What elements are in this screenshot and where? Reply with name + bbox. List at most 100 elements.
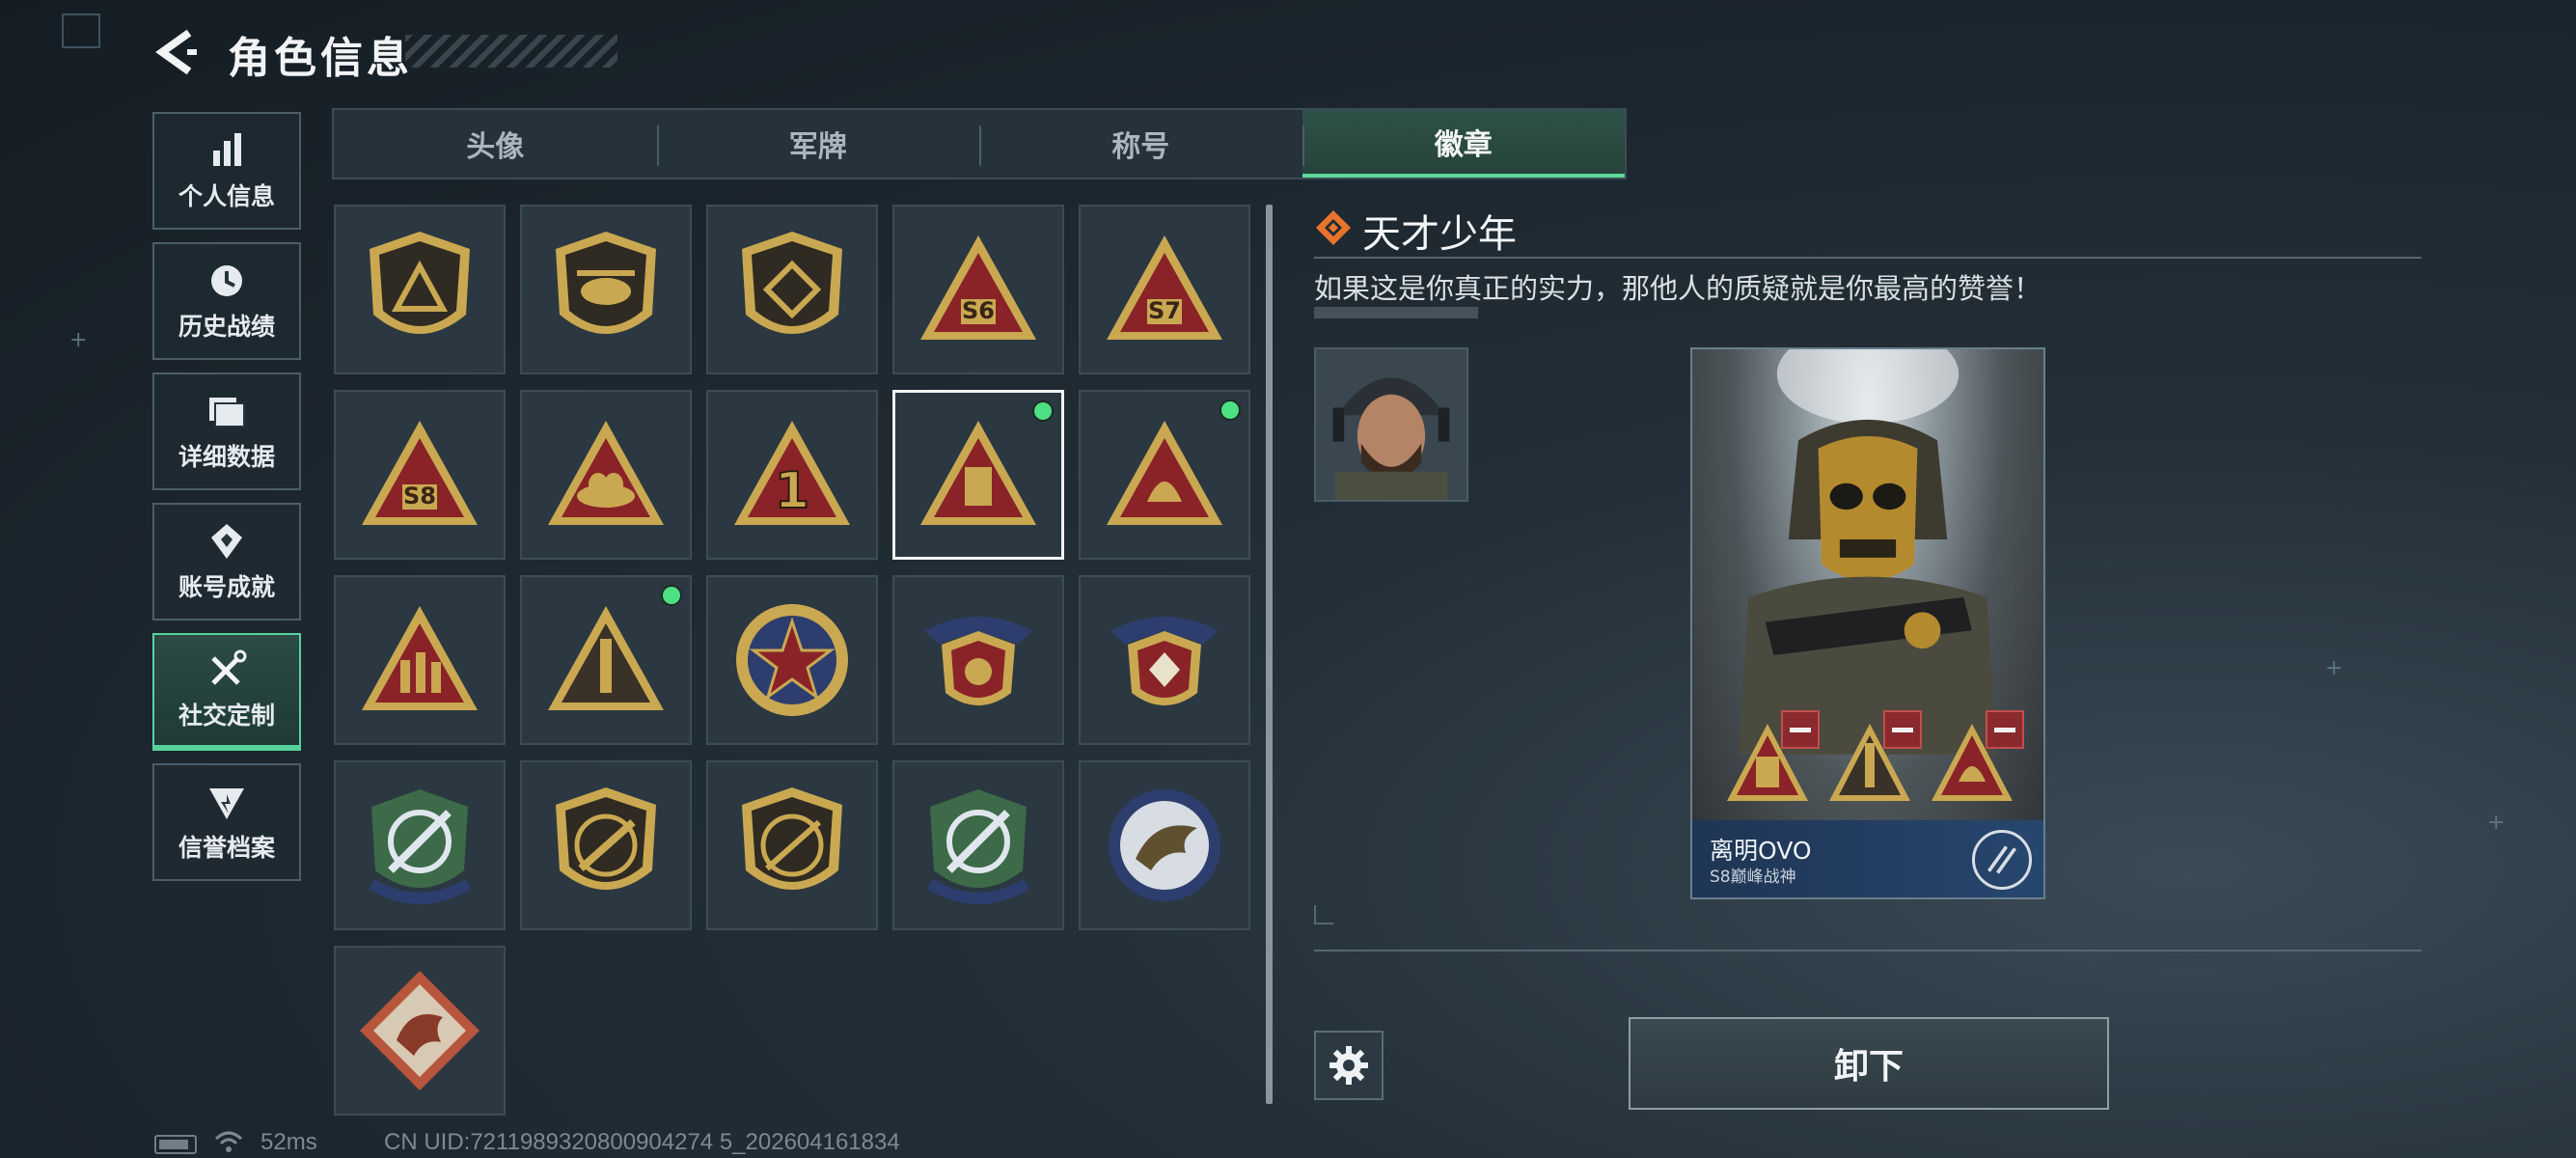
winged-shield-gem-badge-icon	[1110, 617, 1219, 705]
badge-text: 1	[775, 462, 809, 520]
shield-diamond-badge-icon	[742, 232, 842, 334]
customization-tabs: 头像 军牌 称号 徽章	[332, 108, 1627, 179]
equipped-badge-slot[interactable]	[1719, 710, 1820, 811]
star-emblem-badge-icon	[736, 604, 848, 716]
badge-cell[interactable]	[334, 946, 506, 1116]
reputation-icon	[209, 788, 244, 819]
badge-cell[interactable]: 1	[706, 390, 878, 560]
settings-button[interactable]	[1314, 1031, 1384, 1100]
badge-cell[interactable]	[334, 205, 506, 374]
badge-grid-scrollbar[interactable]	[1266, 205, 1273, 1104]
shield-triangle-badge-icon	[370, 232, 470, 334]
player-showcase-card: 离明OVO S8巅峰战神	[1690, 347, 2045, 899]
equipped-indicator	[661, 585, 682, 606]
sniper-crest-badge-icon	[368, 789, 472, 904]
badge-text: S6	[962, 297, 995, 324]
badge-cell[interactable]: S8	[334, 390, 506, 560]
crosshair-ornament: +	[2487, 811, 2506, 835]
badge-text: S8	[403, 482, 436, 510]
rank-one-badge-icon: 1	[734, 421, 850, 525]
bracket-ornament	[1314, 905, 1333, 924]
corner-ornament	[62, 14, 100, 48]
nav-label: 历史战绩	[178, 313, 275, 341]
remove-badge-icon[interactable]	[1986, 710, 2024, 749]
badge-cell[interactable]	[520, 760, 692, 930]
player-rank-title: S8巅峰战神	[1710, 868, 1796, 887]
badge-cell[interactable]	[334, 575, 506, 745]
helicopter-badge-icon	[556, 232, 656, 334]
tab-avatar[interactable]: 头像	[334, 110, 657, 178]
badge-cell[interactable]	[520, 205, 692, 374]
ping-readout: 52ms	[260, 1129, 317, 1155]
nav-label: 社交定制	[178, 702, 275, 730]
title-stripe	[405, 35, 617, 68]
blurred-caption	[1314, 307, 1478, 318]
nav-item-detailed-data[interactable]: 详细数据	[152, 372, 301, 490]
usb-triangle-badge-icon	[920, 421, 1036, 525]
equipped-badge-slot[interactable]	[1822, 710, 1922, 811]
badge-cell[interactable]	[706, 575, 878, 745]
nav-label: 信誉档案	[178, 834, 275, 862]
nav-item-personal-info[interactable]: 个人信息	[152, 112, 301, 230]
badge-cell[interactable]	[1079, 760, 1250, 930]
badge-cell[interactable]	[1079, 575, 1250, 745]
remove-badge-icon[interactable]	[1883, 710, 1922, 749]
tools-icon	[211, 649, 247, 685]
folder-icon	[209, 398, 245, 427]
remove-badge-icon[interactable]	[1781, 710, 1820, 749]
badge-text: S7	[1148, 297, 1181, 324]
battery-icon	[154, 1135, 197, 1154]
helmet-triangle-badge-icon	[1107, 421, 1222, 525]
player-name: 离明OVO	[1710, 837, 1812, 865]
achievement-icon	[211, 524, 242, 559]
user-uid: CN UID:7211989320800904274 5_20260416183…	[384, 1129, 900, 1155]
dragon-badge-icon	[360, 971, 480, 1090]
nav-item-social-custom[interactable]: 社交定制	[152, 633, 301, 751]
s6-season-badge-icon: S6	[920, 235, 1036, 340]
page-title: 角色信息	[228, 34, 413, 83]
crosshair-ornament: +	[69, 328, 88, 352]
bar-chart-icon	[213, 133, 241, 166]
wifi-icon	[214, 1131, 243, 1152]
s7-season-badge-icon: S7	[1107, 235, 1222, 340]
player-avatar[interactable]	[1314, 347, 1468, 502]
s8-season-badge-icon: S8	[362, 421, 478, 525]
tab-badge[interactable]: 徽章	[1302, 110, 1625, 178]
badge-cell[interactable]: S6	[892, 205, 1064, 374]
card-banner: 离明OVO S8巅峰战神	[1692, 820, 2043, 897]
badge-cell[interactable]	[706, 205, 878, 374]
equipped-badge-slot[interactable]	[1924, 710, 2024, 811]
nav-item-history[interactable]: 历史战绩	[152, 242, 301, 360]
rocket-triangle-badge-icon	[548, 606, 664, 710]
nav-item-reputation[interactable]: 信誉档案	[152, 763, 301, 881]
badge-cell[interactable]: S7	[1079, 205, 1250, 374]
badge-title: 天才少年	[1362, 212, 1517, 257]
divider	[1314, 950, 2422, 951]
history-clock-icon	[211, 265, 242, 296]
equipped-indicator	[1032, 400, 1054, 422]
nav-label: 个人信息	[178, 182, 275, 210]
badge-cell[interactable]	[892, 575, 1064, 745]
equipped-indicator	[1219, 400, 1241, 421]
unequip-button[interactable]: 卸下	[1629, 1017, 2109, 1110]
badge-cell[interactable]	[520, 390, 692, 560]
diamond-rank-icon	[1316, 210, 1351, 245]
rifle-shield-dark-badge-icon	[742, 787, 842, 890]
gear-icon	[1329, 1046, 1368, 1085]
back-arrow-icon[interactable]	[152, 27, 203, 77]
badge-description: 如果这是你真正的实力，那他人的质疑就是你最高的赞誉！	[1314, 272, 2042, 305]
badge-cell[interactable]	[1079, 390, 1250, 560]
badge-grid: S6 S7 S8 1	[334, 205, 1250, 1116]
badge-cell[interactable]	[892, 760, 1064, 930]
soldiers-triangle-badge-icon	[362, 606, 478, 710]
badge-cell[interactable]	[892, 390, 1064, 560]
nav-item-achievements[interactable]: 账号成就	[152, 503, 301, 620]
tab-title[interactable]: 称号	[979, 110, 1302, 178]
rank-emblem-icon	[1972, 830, 2032, 890]
badge-cell[interactable]	[706, 760, 878, 930]
sniper-crest-2-badge-icon	[926, 789, 1030, 904]
tab-dog-tag[interactable]: 军牌	[656, 110, 980, 178]
badge-cell[interactable]	[520, 575, 692, 745]
nav-label: 账号成就	[178, 573, 275, 601]
badge-cell[interactable]	[334, 760, 506, 930]
